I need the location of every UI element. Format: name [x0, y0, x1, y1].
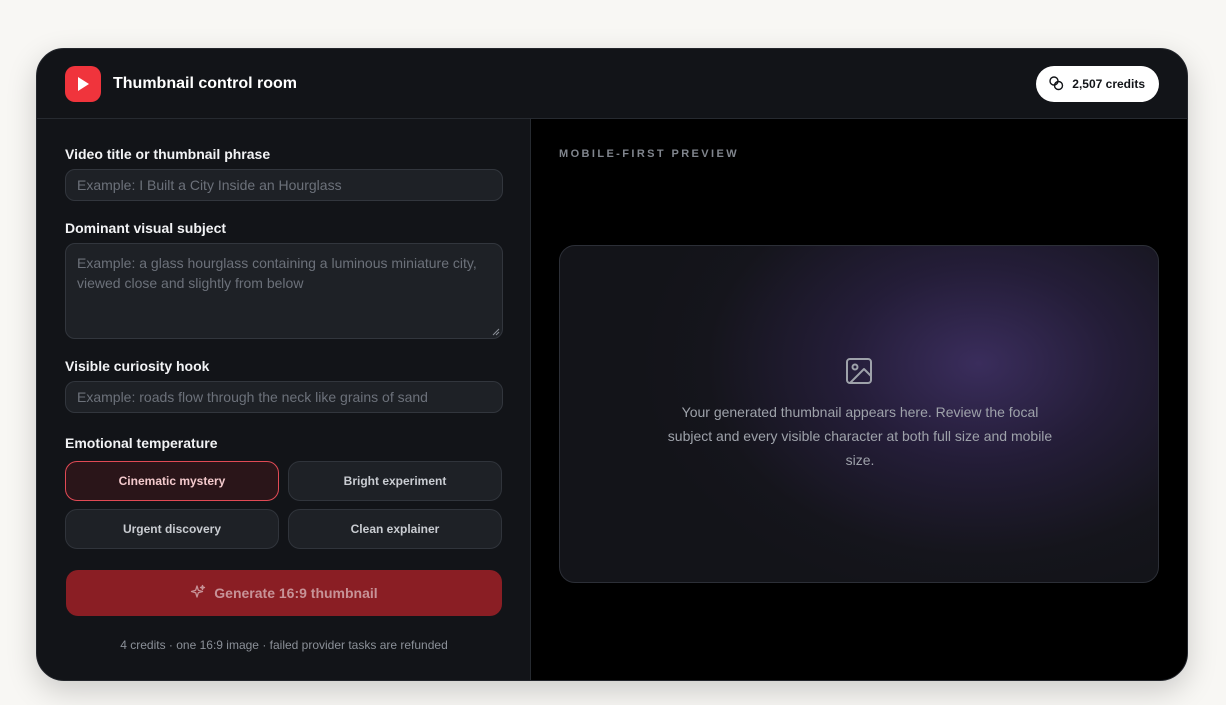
temperature-label: Emotional temperature: [65, 435, 218, 451]
hook-placeholder: Example: roads flow through the neck lik…: [77, 389, 428, 405]
temperature-option-urgent-discovery[interactable]: Urgent discovery: [65, 509, 279, 549]
resize-handle-icon[interactable]: [492, 328, 500, 336]
hook-label: Visible curiosity hook: [65, 358, 210, 374]
title-placeholder: Example: I Built a City Inside an Hourgl…: [77, 177, 342, 193]
coins-icon: [1048, 75, 1064, 94]
generate-label: Generate 16:9 thumbnail: [214, 585, 378, 601]
title-label: Video title or thumbnail phrase: [65, 146, 271, 162]
preview-label: MOBILE-FIRST PREVIEW: [559, 148, 739, 160]
image-icon: [846, 358, 872, 384]
temperature-option-bright-experiment[interactable]: Bright experiment: [288, 461, 502, 501]
hook-input[interactable]: Example: roads flow through the neck lik…: [65, 381, 503, 413]
app-header: Thumbnail control room 2,507 credits: [37, 49, 1187, 119]
thumbnail-preview: Your generated thumbnail appears here. R…: [559, 245, 1159, 583]
subject-placeholder: Example: a glass hourglass containing a …: [77, 255, 477, 291]
generate-button[interactable]: Generate 16:9 thumbnail: [66, 570, 502, 616]
temperature-option-clean-explainer[interactable]: Clean explainer: [288, 509, 502, 549]
credits-badge[interactable]: 2,507 credits: [1036, 66, 1159, 102]
credits-count: 2,507 credits: [1072, 77, 1145, 91]
thumbnail-app-window: Thumbnail control room 2,507 credits Vid…: [36, 48, 1188, 681]
title-input[interactable]: Example: I Built a City Inside an Hourgl…: [65, 169, 503, 201]
sparkles-icon: [190, 584, 206, 603]
play-icon: [65, 65, 101, 102]
subject-label: Dominant visual subject: [65, 220, 227, 236]
temperature-option-cinematic-mystery[interactable]: Cinematic mystery: [65, 461, 279, 501]
credits-footnote: 4 credits · one 16:9 image · failed prov…: [120, 638, 448, 652]
preview-empty-text: Your generated thumbnail appears here. R…: [667, 404, 1053, 468]
preview-panel: MOBILE-FIRST PREVIEW Your generated thum…: [531, 119, 1187, 680]
form-panel: Video title or thumbnail phrase Example:…: [37, 119, 531, 680]
subject-textarea[interactable]: Example: a glass hourglass containing a …: [65, 243, 503, 339]
app-title: Thumbnail control room: [113, 74, 297, 92]
